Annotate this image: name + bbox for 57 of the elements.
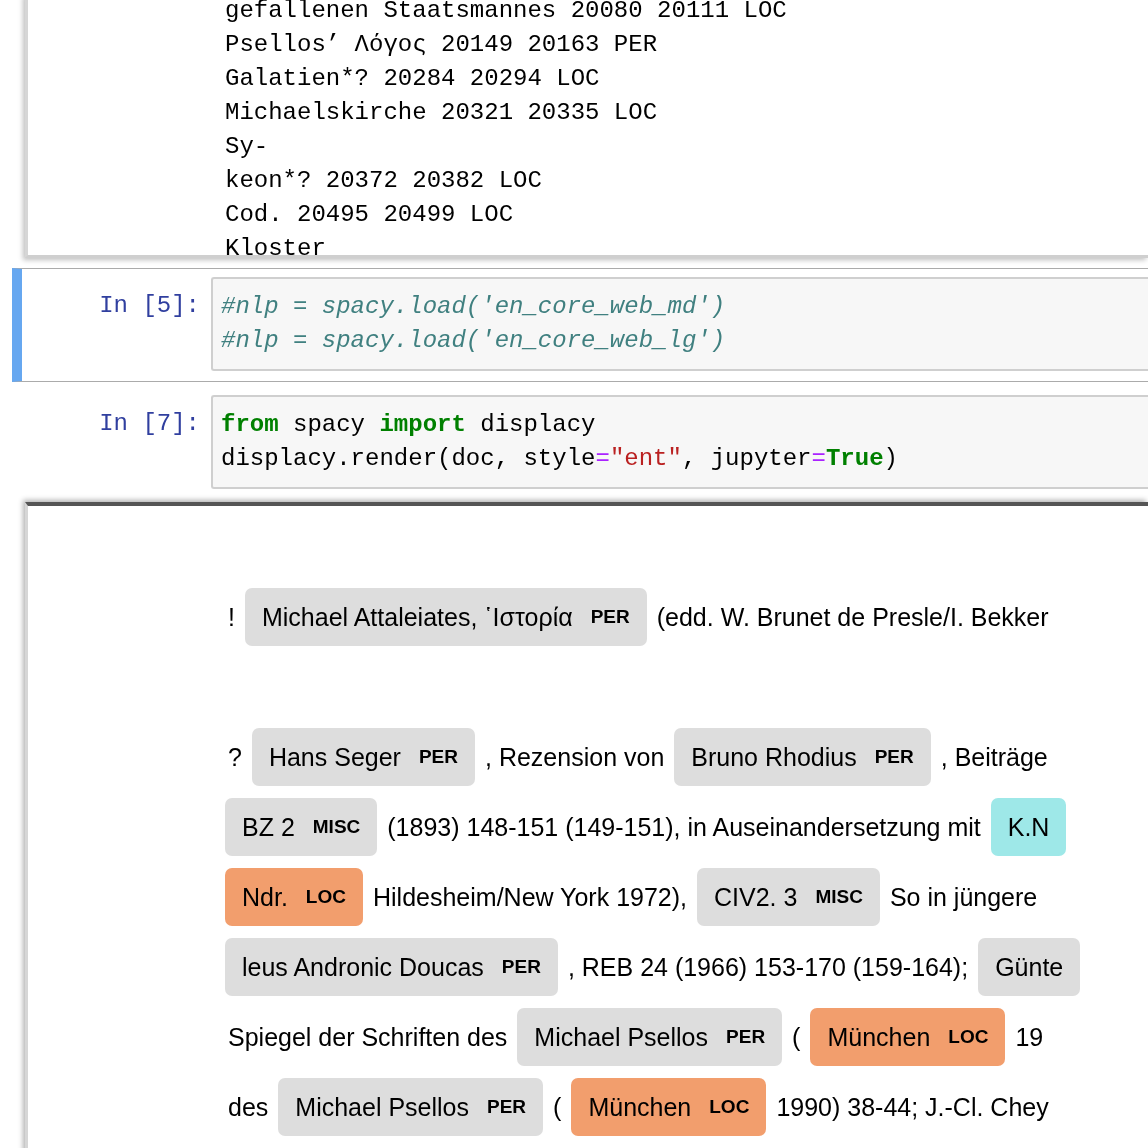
entity-text: Bruno Rhodius — [691, 742, 857, 772]
code-line: #nlp = spacy.load('en_core_web_md') — [221, 292, 727, 322]
entity-label: MISC — [815, 886, 863, 908]
text-span: Spiegel der Schriften des — [227, 1022, 509, 1053]
text-span: Hildesheim/New York 1972), — [371, 882, 689, 913]
text-span: , Beiträge — [939, 742, 1049, 773]
entity-text: BZ 2 — [242, 812, 295, 842]
entity-text: K.N — [1007, 812, 1050, 842]
code-editor[interactable]: from spacy import displacy displacy.render(doc, style="ent", jupyter=True) — [211, 395, 1148, 489]
entity-text: Hans Seger — [268, 742, 401, 772]
entity-label: PER — [726, 1026, 766, 1048]
text-span: des — [227, 1092, 270, 1123]
text-span: ( — [552, 1092, 563, 1123]
output-line: Galatien*? 20284 20294 LOC — [225, 64, 600, 94]
text-span: 1990) 38-44; J.-Cl. Chey — [775, 1092, 1050, 1123]
entity-label: PER — [418, 746, 458, 768]
output-line: gefallenen Staatsmannes 20080 20111 LOC — [225, 0, 787, 26]
code-line: #nlp = spacy.load('en_core_web_lg') — [221, 326, 727, 356]
entity-text: München — [588, 1092, 692, 1122]
text-span: , Rezension von — [484, 742, 666, 773]
text-span: (edd. W. Brunet de Presle/I. Bekker — [655, 602, 1050, 633]
output-line: Cod. 20495 20499 LOC — [225, 200, 514, 230]
output-line: Sy- — [225, 132, 269, 162]
code-editor[interactable]: #nlp = spacy.load('en_core_web_md') #nlp = spacy.load('en_core_web_lg') — [211, 277, 1148, 371]
entity-label: LOC — [709, 1096, 750, 1118]
entity-label: LOC — [948, 1026, 989, 1048]
text-span: ( — [791, 1022, 802, 1053]
code-cell[interactable]: In [5]: #nlp = spacy.load('en_core_web_md') #nlp = spacy.load('en_core_web_lg') — [12, 268, 1148, 382]
entity-text: leus Andronic Doucas — [242, 952, 484, 982]
output-line: Psellos’ Λόγος 20149 20163 PER — [225, 30, 658, 60]
cell-prompt: In [7]: — [98, 409, 201, 439]
entity-text: Michael Psellos — [534, 1022, 709, 1052]
entity-text: Michael Psellos — [295, 1092, 469, 1122]
text-span: ? — [227, 742, 243, 773]
output-line: keon*? 20372 20382 LOC — [225, 166, 542, 196]
output-line: Kloster — [225, 234, 326, 255]
code-line: from spacy import displacy — [221, 410, 597, 440]
text-span: 19 — [1014, 1022, 1045, 1053]
entity-label: PER — [487, 1096, 527, 1118]
text-span: , REB 24 (1966) 153-170 (159-164); — [566, 952, 970, 983]
code-cell[interactable]: In [7]: from spacy import displacy displacy.render(doc, style="ent", jupyter=True) — [12, 386, 1148, 500]
entity-label: PER — [590, 606, 630, 628]
text-span: (1893) 148-151 (149-151), in Auseinandersetzung mit — [386, 812, 982, 843]
cell-prompt: In [5]: — [98, 291, 201, 321]
entity-label: PER — [501, 956, 541, 978]
output-line: Michaelskirche 20321 20335 LOC — [225, 98, 658, 128]
entity-label: PER — [874, 746, 914, 768]
entity-text: München — [827, 1022, 931, 1052]
text-span: ! — [227, 602, 236, 633]
entity-text: Günte — [995, 952, 1064, 982]
entity-text: Ndr. — [242, 882, 288, 912]
text-span: So in jüngere — [888, 882, 1039, 913]
entity-label: LOC — [305, 886, 346, 908]
code-line: displacy.render(doc, style="ent", jupyter=True) — [221, 444, 899, 474]
entity-label: MISC — [312, 816, 361, 838]
entity-text: Michael Attaleiates, ῾Ιστορία — [261, 602, 573, 632]
entity-text: CIV2. 3 — [714, 882, 798, 912]
